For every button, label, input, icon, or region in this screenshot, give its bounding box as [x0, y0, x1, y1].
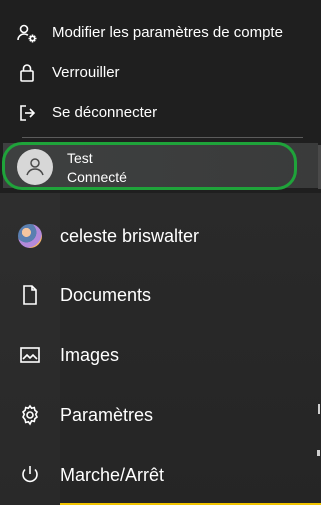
- account-settings-item[interactable]: Modifier les paramètres de compte: [0, 13, 321, 52]
- settings-label: Paramètres: [60, 404, 154, 425]
- images-label: Images: [60, 344, 120, 365]
- sign-out-item[interactable]: Se déconnecter: [0, 93, 321, 132]
- profile-item[interactable]: celeste briswalter: [0, 210, 321, 262]
- sign-out-icon: [16, 102, 38, 124]
- current-user-status: Connecté: [67, 169, 127, 185]
- profile-label: celeste briswalter: [60, 225, 200, 246]
- documents-label: Documents: [60, 284, 152, 305]
- profile-avatar-icon: [18, 224, 42, 248]
- edge-marker: [318, 404, 320, 414]
- image-icon: [18, 343, 42, 367]
- lock-icon: [16, 62, 38, 84]
- lock-item[interactable]: Verrouiller: [0, 53, 321, 92]
- account-settings-label: Modifier les paramètres de compte: [52, 24, 283, 41]
- power-icon: [18, 463, 42, 487]
- user-avatar-icon: [17, 149, 53, 185]
- lock-label: Verrouiller: [52, 64, 120, 81]
- images-item[interactable]: Images: [0, 329, 321, 381]
- document-icon: [18, 283, 42, 307]
- edge-marker-2: [317, 450, 320, 456]
- settings-item[interactable]: Paramètres: [0, 389, 321, 441]
- divider: [22, 137, 303, 138]
- power-item[interactable]: Marche/Arrêt: [0, 449, 321, 501]
- current-user-name: Test: [67, 150, 93, 166]
- account-settings-icon: [16, 22, 38, 44]
- sign-out-label: Se déconnecter: [52, 104, 158, 121]
- account-flyout: Modifier les paramètres de compte Verrou…: [0, 0, 321, 193]
- power-label: Marche/Arrêt: [60, 464, 165, 485]
- gear-icon: [18, 403, 42, 427]
- documents-item[interactable]: Documents: [0, 269, 321, 321]
